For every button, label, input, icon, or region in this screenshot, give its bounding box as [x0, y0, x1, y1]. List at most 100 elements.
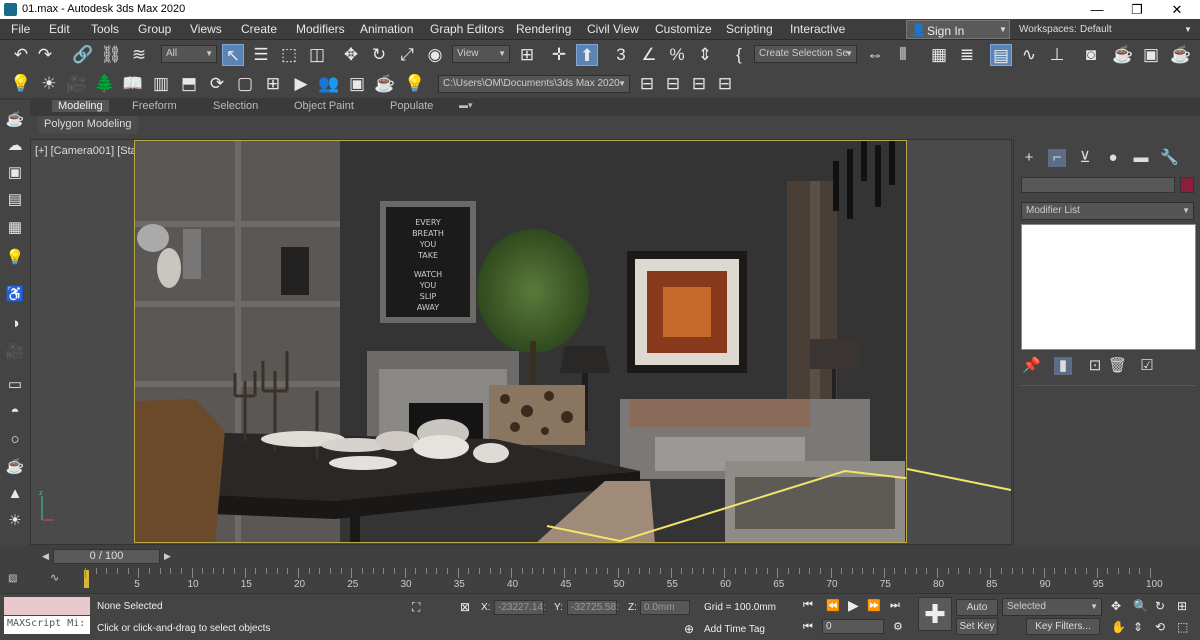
- undo-icon[interactable]: ↶: [10, 44, 32, 66]
- scene-icon[interactable]: ▥: [150, 73, 172, 95]
- hierarchy-tab-icon[interactable]: ⊻: [1076, 149, 1094, 167]
- selection-filter-dropdown[interactable]: All ▼: [161, 45, 217, 63]
- add-time-tag[interactable]: Add Time Tag: [704, 624, 765, 635]
- menu-create[interactable]: Create: [241, 22, 277, 36]
- sun-icon[interactable]: ☀: [5, 511, 25, 531]
- reload-icon[interactable]: ⟳: [206, 73, 228, 95]
- modifier-stack[interactable]: [1021, 224, 1196, 350]
- select-by-name-icon[interactable]: ☰: [250, 44, 272, 66]
- configure-modifier-sets-icon[interactable]: ☑: [1138, 357, 1156, 375]
- menu-animation[interactable]: Animation: [360, 22, 413, 36]
- mini-curve-editor-icon[interactable]: ▧: [8, 573, 17, 584]
- bind-space-warp-icon[interactable]: ≋: [128, 44, 150, 66]
- menu-scripting[interactable]: Scripting: [726, 22, 773, 36]
- link-icon[interactable]: 🔗: [72, 44, 94, 66]
- track-bar[interactable]: 5 10 15 20 25 30 35 40 45 50 55 60 65 70 75 80 85 90 95 100: [85, 568, 1165, 590]
- orbit-icon[interactable]: ↻: [1155, 599, 1165, 613]
- minimize-button[interactable]: —: [1083, 1, 1111, 18]
- light-bulb-icon[interactable]: 💡: [5, 248, 25, 268]
- polygon-modeling-panel[interactable]: Polygon Modeling: [38, 116, 138, 134]
- next-frame-icon[interactable]: ⏩: [867, 599, 881, 612]
- tab-freeform[interactable]: Freeform: [132, 100, 177, 112]
- key-mode-toggle-icon[interactable]: ⏮: [803, 621, 813, 634]
- key-mode-dropdown[interactable]: Selected ▼: [1002, 598, 1102, 616]
- people-icon[interactable]: 👥: [318, 73, 340, 95]
- tab-object-paint[interactable]: Object Paint: [294, 100, 354, 112]
- object-name-field[interactable]: [1021, 177, 1175, 193]
- key-filters-button[interactable]: Key Filters...: [1026, 618, 1100, 635]
- maximize-viewport-icon[interactable]: ⬚: [1177, 620, 1188, 634]
- table-icon[interactable]: ▦: [5, 218, 25, 238]
- select-and-place-icon[interactable]: ◉: [424, 44, 446, 66]
- align-icon[interactable]: ⫴: [892, 44, 914, 66]
- window-crossing-icon[interactable]: ◫: [306, 44, 328, 66]
- maxscript-listener-pink[interactable]: [4, 597, 90, 615]
- material-editor-icon[interactable]: ◙: [1080, 44, 1102, 66]
- pan-icon[interactable]: ✋: [1111, 620, 1126, 634]
- dolly-icon[interactable]: ⇕: [1133, 620, 1143, 634]
- unlink-icon[interactable]: ⛓: [100, 44, 122, 66]
- teapot-icon[interactable]: ☕: [5, 110, 25, 130]
- spinner-snap-icon[interactable]: ⇕: [694, 44, 716, 66]
- play-icon[interactable]: ▶: [848, 597, 859, 614]
- restore-button[interactable]: ❐: [1123, 1, 1151, 18]
- edit-named-selection-icon[interactable]: {: [728, 44, 750, 66]
- menu-graph-editors[interactable]: Graph Editors: [430, 22, 504, 36]
- box-icon[interactable]: ▭: [5, 375, 25, 395]
- mirror-icon[interactable]: ⇔: [864, 44, 886, 66]
- tab-populate[interactable]: Populate: [390, 100, 433, 112]
- frame-icon[interactable]: ▣: [346, 73, 368, 95]
- menu-customize[interactable]: Customize: [655, 22, 712, 36]
- modifier-list-dropdown[interactable]: Modifier List ▼: [1021, 202, 1194, 220]
- snaps-toggle-icon[interactable]: 3: [610, 44, 632, 66]
- menu-rendering[interactable]: Rendering: [516, 22, 571, 36]
- previous-frame-icon[interactable]: ⏪: [826, 599, 840, 612]
- redo-icon[interactable]: ↷: [34, 44, 56, 66]
- auto-key-button[interactable]: Auto Key: [956, 599, 998, 628]
- selection-lock-icon[interactable]: ⊠: [460, 600, 470, 614]
- select-and-rotate-icon[interactable]: ↻: [368, 44, 390, 66]
- time-slider[interactable]: 0 / 100: [53, 549, 160, 564]
- sign-in-button[interactable]: 👤 Sign In ▼: [906, 20, 1010, 39]
- go-to-end-icon[interactable]: ⏭: [890, 599, 900, 612]
- select-object-icon[interactable]: ↖: [222, 44, 244, 66]
- make-unique-icon[interactable]: ⊡: [1086, 357, 1104, 375]
- asset-tracking-icon[interactable]: ⬒: [178, 73, 200, 95]
- light-bulb-icon[interactable]: 💡: [10, 73, 32, 95]
- menu-civil-view[interactable]: Civil View: [587, 22, 639, 36]
- rendered-frame-window-icon[interactable]: ▣: [1140, 44, 1162, 66]
- render-region-icon[interactable]: ▢: [234, 73, 256, 95]
- scene-explorer-icon[interactable]: ▦: [928, 44, 950, 66]
- menu-modifiers[interactable]: Modifiers: [296, 22, 345, 36]
- tab-modeling[interactable]: Modeling: [52, 100, 109, 112]
- named-selection-set-dropdown[interactable]: Create Selection Se ▼: [754, 45, 857, 63]
- maxscript-mini-listener[interactable]: MAXScript Mi:: [4, 616, 90, 634]
- curve-toggle-icon[interactable]: ∿: [50, 571, 59, 584]
- field-of-view-icon[interactable]: ⊞: [1177, 599, 1187, 613]
- sphere-icon[interactable]: ○: [5, 430, 25, 450]
- roll-icon[interactable]: ⟲: [1155, 620, 1165, 634]
- grid-icon[interactable]: ⊞: [262, 73, 284, 95]
- camera-icon[interactable]: 🎥: [5, 342, 25, 362]
- list-icon[interactable]: ▤: [5, 190, 25, 210]
- cone-icon[interactable]: ▲: [5, 484, 25, 504]
- schematic-view-icon[interactable]: ⊥: [1046, 44, 1068, 66]
- camera-viewport-scene[interactable]: EVERY BREATH YOU TAKE WATCH YOU SLIP AWA…: [134, 140, 907, 543]
- pin-stack-icon[interactable]: 📌: [1022, 357, 1041, 375]
- modify-tab-icon[interactable]: ⌐: [1048, 149, 1066, 167]
- open-project-icon[interactable]: ⊟: [714, 73, 736, 95]
- menu-group[interactable]: Group: [138, 22, 171, 36]
- camera-icon[interactable]: 🎥: [66, 73, 88, 95]
- select-and-scale-icon[interactable]: ⤢: [396, 44, 418, 66]
- menu-tools[interactable]: Tools: [91, 22, 119, 36]
- show-end-result-icon[interactable]: ▮: [1054, 357, 1072, 375]
- menu-views[interactable]: Views: [190, 22, 222, 36]
- isolate-selection-icon[interactable]: ⛶: [412, 600, 420, 615]
- curve-editor-icon[interactable]: ∿: [1018, 44, 1040, 66]
- teapot-icon[interactable]: ☕: [374, 73, 396, 95]
- time-tag-icon[interactable]: ⊕: [684, 622, 694, 636]
- sun-icon[interactable]: ☀: [38, 73, 60, 95]
- rectangular-selection-icon[interactable]: ⬚: [278, 44, 300, 66]
- walk-icon[interactable]: ♿: [5, 285, 25, 305]
- ribbon-options-icon[interactable]: ▬▾: [459, 100, 473, 111]
